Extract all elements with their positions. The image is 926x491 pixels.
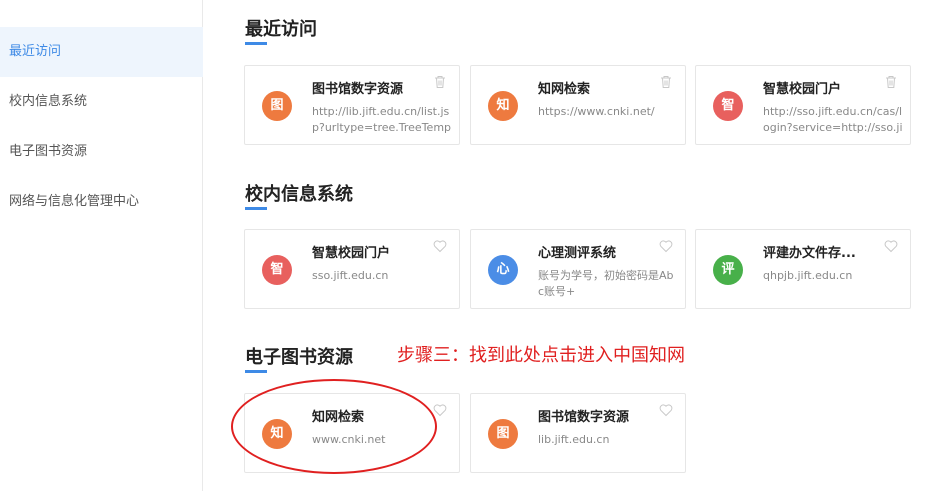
card-url: www.cnki.net bbox=[312, 433, 386, 446]
card-url: lib.jift.edu.cn bbox=[538, 433, 610, 446]
card-title: 知网检索 bbox=[312, 410, 365, 425]
trash-icon[interactable] bbox=[884, 75, 898, 89]
step-annotation: 步骤三：找到此处点击进入中国知网 bbox=[397, 345, 685, 366]
app-icon: 评 bbox=[713, 255, 743, 285]
card-title: 图书馆数字资源 bbox=[538, 410, 630, 425]
card-url: http://sso.jift.edu.cn/cas/login?service… bbox=[763, 105, 903, 134]
sidebar-item-ebook-resources[interactable]: 电子图书资源 bbox=[0, 127, 203, 177]
app-icon: 心 bbox=[488, 255, 518, 285]
app-icon: 智 bbox=[713, 91, 743, 121]
sidebar-nav: 最近访问 校内信息系统 电子图书资源 网络与信息化管理中心 bbox=[0, 0, 203, 491]
favorite-heart-icon[interactable] bbox=[659, 403, 673, 417]
app-icon: 图 bbox=[488, 419, 518, 449]
section-title-recent: 最近访问 bbox=[245, 19, 317, 40]
card-description: 账号为学号，初始密码是Abc账号+ bbox=[538, 269, 674, 298]
app-card-smart-campus[interactable]: 智 智慧校园门户 sso.jift.edu.cn bbox=[244, 229, 460, 309]
card-title: 智慧校园门户 bbox=[312, 246, 391, 261]
section-underline bbox=[245, 207, 267, 210]
app-icon: 图 bbox=[262, 91, 292, 121]
card-url: qhpjb.jift.edu.cn bbox=[763, 269, 853, 282]
card-title: 心理测评系统 bbox=[538, 246, 617, 261]
section-title-campus: 校内信息系统 bbox=[245, 184, 353, 205]
main-content: 最近访问 图 图书馆数字资源 http://lib.jift.edu.cn/li… bbox=[204, 0, 926, 491]
section-title-ebooks: 电子图书资源 bbox=[245, 347, 353, 368]
app-card-smart-campus[interactable]: 智 智慧校园门户 http://sso.jift.edu.cn/cas/logi… bbox=[695, 65, 911, 145]
favorite-heart-icon[interactable] bbox=[659, 239, 673, 253]
card-title: 知网检索 bbox=[538, 82, 591, 97]
app-card-cnki-search[interactable]: 知 知网检索 https://www.cnki.net/ bbox=[470, 65, 686, 145]
card-url: sso.jift.edu.cn bbox=[312, 269, 389, 282]
app-card-cnki-search[interactable]: 知 知网检索 www.cnki.net bbox=[244, 393, 460, 473]
sidebar-item-network-center[interactable]: 网络与信息化管理中心 bbox=[0, 177, 203, 227]
section-underline bbox=[245, 370, 267, 373]
card-title: 图书馆数字资源 bbox=[312, 82, 404, 97]
section-underline bbox=[245, 42, 267, 45]
app-icon: 知 bbox=[262, 419, 292, 449]
favorite-heart-icon[interactable] bbox=[433, 239, 447, 253]
favorite-heart-icon[interactable] bbox=[884, 239, 898, 253]
card-url: http://lib.jift.edu.cn/list.jsp?urltype=… bbox=[312, 105, 452, 134]
app-card-library-digital[interactable]: 图 图书馆数字资源 http://lib.jift.edu.cn/list.js… bbox=[244, 65, 460, 145]
app-card-evaluation-files[interactable]: 评 评建办文件存... qhpjb.jift.edu.cn bbox=[695, 229, 911, 309]
trash-icon[interactable] bbox=[433, 75, 447, 89]
trash-icon[interactable] bbox=[659, 75, 673, 89]
favorite-heart-icon[interactable] bbox=[433, 403, 447, 417]
card-title: 评建办文件存... bbox=[763, 246, 856, 261]
sidebar-item-campus-systems[interactable]: 校内信息系统 bbox=[0, 77, 203, 127]
app-card-library-digital[interactable]: 图 图书馆数字资源 lib.jift.edu.cn bbox=[470, 393, 686, 473]
card-url: https://www.cnki.net/ bbox=[538, 105, 655, 118]
app-icon: 智 bbox=[262, 255, 292, 285]
app-card-psych-test[interactable]: 心 心理测评系统 账号为学号，初始密码是Abc账号+ bbox=[470, 229, 686, 309]
card-title: 智慧校园门户 bbox=[763, 82, 842, 97]
app-icon: 知 bbox=[488, 91, 518, 121]
sidebar-item-recent[interactable]: 最近访问 bbox=[0, 27, 203, 77]
